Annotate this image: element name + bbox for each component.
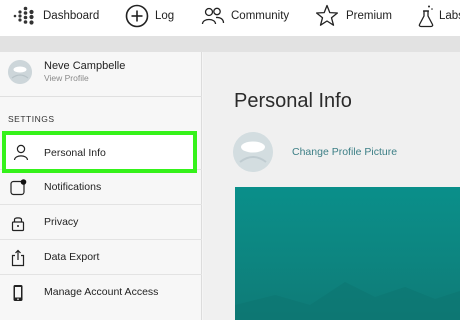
profile-picture[interactable] [233,132,273,172]
header-divider-band [0,36,460,52]
cover-photo-banner [235,187,460,320]
main-content: Personal Info Change Profile Picture [203,52,460,320]
lock-icon [9,214,27,232]
sidebar-item-personal-info[interactable]: Personal Info [2,131,197,173]
phone-icon [9,284,27,302]
mountain-silhouette-icon [235,282,460,320]
sidebar-item-data-export[interactable]: Data Export [0,239,202,274]
notification-icon [9,179,27,197]
change-profile-picture-link[interactable]: Change Profile Picture [292,146,397,158]
nav-dashboard[interactable]: Dashboard [11,0,99,32]
sidebar-item-notifications[interactable]: Notifications [0,169,202,204]
sidebar-item-manage-account-access[interactable]: Manage Account Access [0,274,202,309]
fitbit-dots-icon [11,4,35,28]
sidebar-item-label: Privacy [44,216,79,228]
sidebar-item-label: Personal Info [44,147,106,159]
nav-labs[interactable]: Labs [418,0,460,32]
people-icon [201,6,225,26]
sidebar-item-label: Notifications [44,181,102,193]
nav-premium-label: Premium [346,10,393,22]
sidebar-item-label: Manage Account Access [44,286,159,298]
settings-sidebar: Neve Campbelle View Profile SETTINGS Per… [0,52,202,320]
nav-community[interactable]: Community [201,0,289,32]
sidebar-item-label: Data Export [44,251,100,263]
sidebar-item-privacy[interactable]: Privacy [0,204,202,239]
person-icon [12,143,30,161]
avatar [8,60,32,84]
profile-summary[interactable]: Neve Campbelle View Profile [0,52,202,94]
profile-name: Neve Campbelle [44,60,126,72]
settings-heading: SETTINGS [8,114,55,124]
star-icon [315,4,339,28]
divider [0,96,202,97]
plus-circle-icon [125,4,149,28]
export-icon [9,249,27,267]
page-title: Personal Info [234,90,352,112]
view-profile-link[interactable]: View Profile [44,73,89,83]
nav-premium[interactable]: Premium [315,0,392,32]
nav-log[interactable]: Log [125,0,174,32]
nav-labs-label: Labs [439,10,460,22]
nav-dashboard-label: Dashboard [43,10,100,22]
flask-icon [418,4,436,28]
nav-log-label: Log [155,10,175,22]
top-navigation: Dashboard Log Community Premium Lab [0,0,460,36]
nav-community-label: Community [231,10,290,22]
